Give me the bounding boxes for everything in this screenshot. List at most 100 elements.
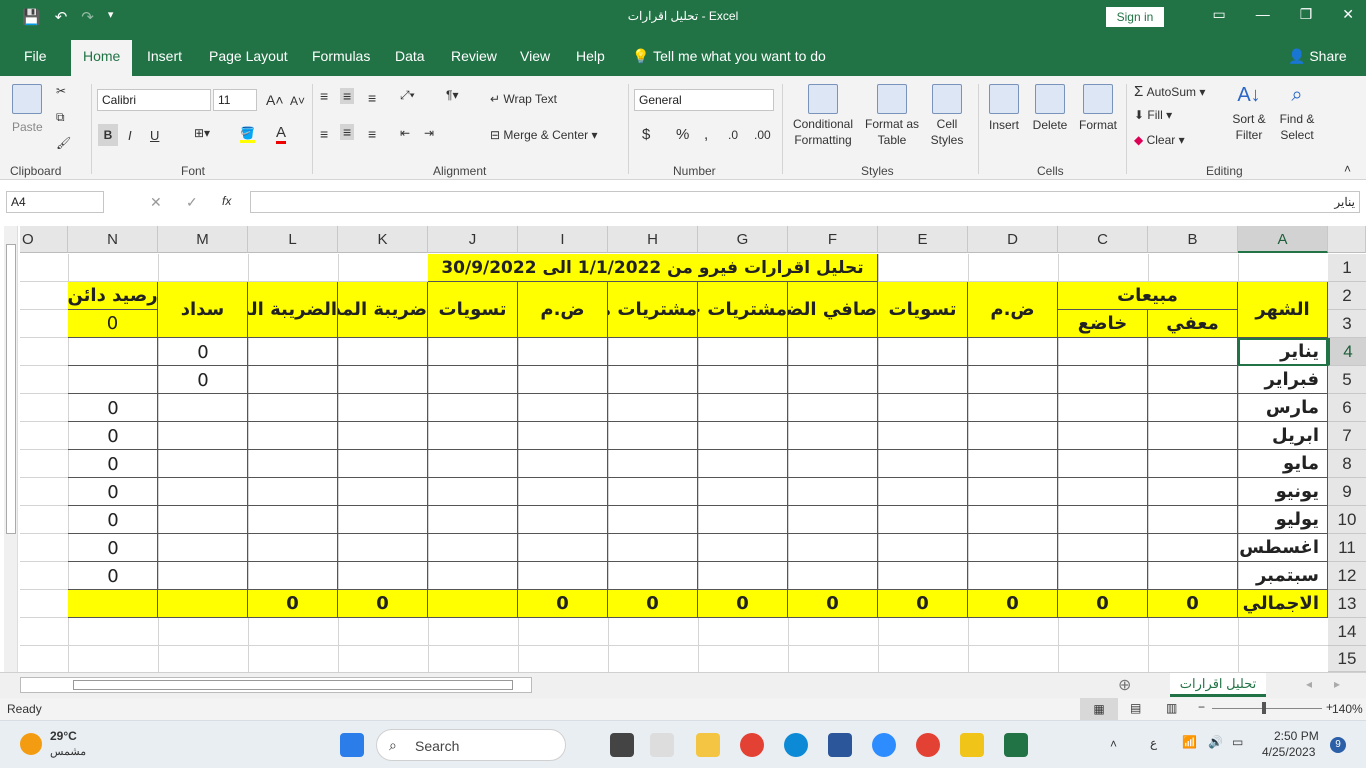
header-vat-sales[interactable]: ض.م	[968, 282, 1058, 338]
vertical-scroll-thumb[interactable]	[6, 244, 16, 534]
cell-n12[interactable]: 0	[68, 562, 158, 590]
cell-a7[interactable]: ابريل	[1238, 422, 1328, 450]
row-header-10[interactable]: 10	[1328, 506, 1366, 534]
align-center-icon[interactable]: ≡	[340, 124, 355, 140]
percent-button[interactable]: %	[676, 126, 689, 143]
tray-overflow-icon[interactable]: ˄	[1110, 737, 1117, 751]
cell-a5[interactable]: فبراير	[1238, 366, 1328, 394]
total-k[interactable]: 0	[338, 590, 428, 618]
column-header-c[interactable]: C	[1058, 226, 1148, 253]
clock-time[interactable]: 2:50 PM	[1274, 729, 1319, 743]
wrap-text-button[interactable]: ↵ Wrap Text	[490, 92, 557, 106]
formula-input[interactable]: يناير	[250, 191, 1360, 213]
insert-cells-button[interactable]: Insert	[984, 84, 1024, 132]
total-d[interactable]: 0	[968, 590, 1058, 618]
clear-button[interactable]: ◆ Clear ▾	[1134, 133, 1185, 147]
tab-data[interactable]: Data	[395, 48, 425, 64]
share-button[interactable]: 👤 Share	[1288, 48, 1347, 65]
cell-a11[interactable]: اغسطس	[1238, 534, 1328, 562]
zoom-app-icon[interactable]	[872, 733, 896, 757]
total-b[interactable]: 0	[1148, 590, 1238, 618]
row-header-2[interactable]: 2	[1328, 282, 1366, 310]
row-header-14[interactable]: 14	[1328, 618, 1366, 646]
row-header-9[interactable]: 9	[1328, 478, 1366, 506]
number-format-select[interactable]: General	[634, 89, 774, 111]
cell-styles-button[interactable]: Cell Styles	[924, 84, 970, 148]
align-left-icon[interactable]: ≡	[320, 126, 328, 142]
tab-file[interactable]: File	[24, 48, 47, 64]
row-header-15[interactable]: 15	[1328, 646, 1366, 672]
column-header-g[interactable]: G	[698, 226, 788, 253]
report-title[interactable]: تحليل اقرارات فيرو من 1/1/2022 الى 30/9/…	[428, 254, 878, 282]
bold-button[interactable]: B	[98, 124, 118, 146]
top-align-icon[interactable]: ≡	[320, 88, 328, 104]
column-header-b[interactable]: B	[1148, 226, 1238, 253]
fill-color-icon[interactable]: 🪣	[240, 126, 255, 143]
next-sheet-icon[interactable]: ▸	[1334, 677, 1340, 691]
prev-sheet-icon[interactable]: ◂	[1306, 677, 1312, 691]
cell-a10[interactable]: يوليو	[1238, 506, 1328, 534]
align-right-icon[interactable]: ≡	[368, 126, 376, 142]
fill-button[interactable]: ⬇ Fill ▾	[1134, 108, 1172, 122]
header-exempt-purchases[interactable]: مشتريات معفية	[608, 282, 698, 338]
increase-font-icon[interactable]: A˄	[266, 92, 284, 108]
cell-a4[interactable]: يناير	[1238, 338, 1328, 366]
column-header-d[interactable]: D	[968, 226, 1058, 253]
total-l[interactable]: 0	[248, 590, 338, 618]
close-icon[interactable]: ✕	[1342, 6, 1354, 23]
header-exempt[interactable]: معفي	[1148, 310, 1238, 338]
cell-a13-total-label[interactable]: الاجمالي	[1238, 590, 1328, 618]
cell-n11[interactable]: 0	[68, 534, 158, 562]
underline-button[interactable]: U	[150, 128, 159, 143]
header-vat-purchases[interactable]: ض.م	[518, 282, 608, 338]
header-taxable[interactable]: خاضع	[1058, 310, 1148, 338]
italic-button[interactable]: I	[128, 128, 132, 143]
wifi-icon[interactable]: 📶	[1182, 735, 1197, 749]
decrease-font-icon[interactable]: A˅	[290, 94, 305, 108]
name-box[interactable]: A4	[6, 191, 104, 213]
media-player-icon[interactable]	[960, 733, 984, 757]
worksheet-grid[interactable]: A B C D E F G H I J K L M N O 1 2 3 4 5 …	[0, 226, 1366, 672]
copy-icon[interactable]: ⧉	[56, 110, 65, 125]
decrease-indent-icon[interactable]: ⇤	[400, 126, 410, 140]
column-header-o[interactable]: O	[20, 226, 68, 253]
tab-insert[interactable]: Insert	[147, 48, 182, 64]
select-all-corner[interactable]	[1328, 226, 1366, 253]
zoom-level[interactable]: 140%	[1332, 702, 1363, 716]
zoom-slider-thumb[interactable]	[1262, 702, 1266, 714]
font-color-icon[interactable]: A	[276, 124, 287, 144]
normal-view-icon[interactable]: ▦	[1080, 698, 1118, 720]
sort-filter-button[interactable]: A↓ Sort & Filter	[1226, 84, 1272, 143]
windows-start-icon[interactable]	[340, 733, 364, 757]
column-header-n[interactable]: N	[68, 226, 158, 253]
decrease-decimal-icon[interactable]: .00	[754, 128, 771, 142]
battery-icon[interactable]: ▭	[1232, 735, 1243, 749]
tab-help[interactable]: Help	[576, 48, 605, 64]
cell-n8[interactable]: 0	[68, 450, 158, 478]
minimize-icon[interactable]: —	[1256, 6, 1270, 23]
borders-icon[interactable]: ⊞▾	[194, 126, 210, 140]
notification-badge[interactable]: 9	[1330, 737, 1346, 753]
cell-n3[interactable]: 0	[68, 310, 158, 338]
header-credit-balance[interactable]: رصيد دائن	[68, 282, 158, 310]
total-f[interactable]: 0	[788, 590, 878, 618]
column-header-h[interactable]: H	[608, 226, 698, 253]
middle-align-icon[interactable]: ≡	[340, 88, 355, 104]
horizontal-scrollbar[interactable]	[20, 677, 532, 693]
cell-n6[interactable]: 0	[68, 394, 158, 422]
page-break-view-icon[interactable]: ▥	[1166, 701, 1177, 715]
header-adjustments-purchases[interactable]: تسويات	[428, 282, 518, 338]
clock-date[interactable]: 4/25/2023	[1262, 745, 1315, 759]
cell-n10[interactable]: 0	[68, 506, 158, 534]
header-month[interactable]: الشهر	[1238, 282, 1328, 338]
horizontal-scroll-thumb[interactable]	[73, 680, 513, 690]
font-name-select[interactable]: Calibri	[97, 89, 211, 111]
paste-button[interactable]: Paste	[12, 84, 43, 134]
cancel-icon[interactable]: ✕	[150, 194, 162, 211]
find-select-button[interactable]: ⌕ Find & Select	[1274, 84, 1320, 143]
zoom-out-icon[interactable]: −	[1198, 700, 1205, 714]
merge-center-button[interactable]: ⊟ Merge & Center ▾	[490, 128, 597, 142]
tab-view[interactable]: View	[520, 48, 550, 64]
format-cells-button[interactable]: Format	[1076, 84, 1120, 132]
file-explorer-icon[interactable]	[696, 733, 720, 757]
